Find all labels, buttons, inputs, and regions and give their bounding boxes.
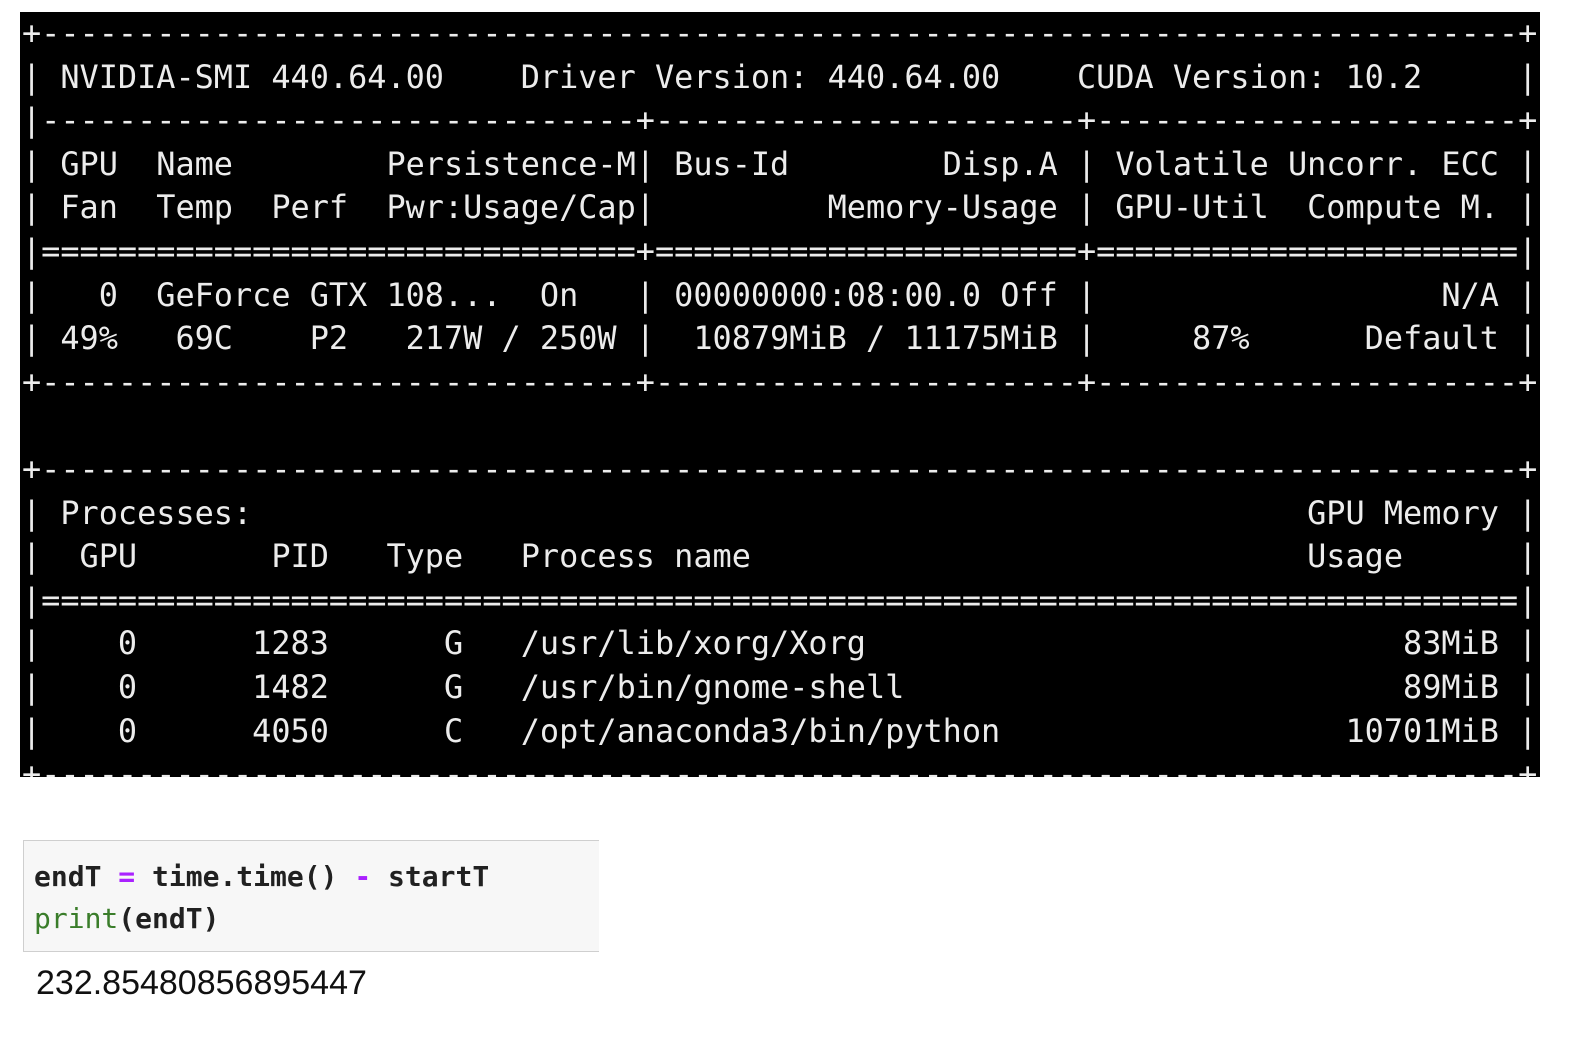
cell-output-text: 232.85480856895447: [36, 964, 367, 1002]
nvidia-smi-terminal-output: +---------------------------------------…: [20, 12, 1540, 777]
terminal-line: | 0 4050 C /opt/anaconda3/bin/python 107…: [22, 711, 1538, 750]
code-token: endT: [34, 860, 119, 893]
terminal-line: | Fan Temp Perf Pwr:Usage/Cap| Memory-Us…: [22, 188, 1538, 227]
terminal-line: |-------------------------------+-------…: [22, 101, 1538, 140]
terminal-line: +---------------------------------------…: [22, 449, 1538, 488]
terminal-line: | 0 1283 G /usr/lib/xorg/Xorg 83MiB |: [22, 624, 1538, 663]
code-line-1: endT = time.time() - startT: [34, 860, 489, 893]
code-token: time.time(): [135, 860, 355, 893]
assign-operator: =: [118, 860, 136, 893]
terminal-line: | NVIDIA-SMI 440.64.00 Driver Version: 4…: [22, 57, 1538, 96]
code-line-2: print(endT): [34, 902, 219, 935]
terminal-line: | GPU Name Persistence-M| Bus-Id Disp.A …: [22, 144, 1538, 183]
terminal-text: +---------------------------------------…: [22, 12, 1537, 777]
terminal-line: | 49% 69C P2 217W / 250W | 10879MiB / 11…: [22, 319, 1538, 358]
terminal-line: | 0 GeForce GTX 108... On | 00000000:08:…: [22, 275, 1538, 314]
terminal-line: |===============================+=======…: [22, 231, 1538, 270]
terminal-line: | GPU PID Type Process name Usage |: [22, 537, 1538, 576]
terminal-line: +---------------------------------------…: [22, 755, 1538, 777]
code-cell-input[interactable]: endT = time.time() - startT print(endT): [23, 840, 599, 952]
minus-operator: -: [354, 860, 372, 893]
terminal-line: +-------------------------------+-------…: [22, 362, 1538, 401]
code-token: (endT): [118, 902, 220, 935]
terminal-line: +---------------------------------------…: [22, 14, 1538, 52]
terminal-line: |=======================================…: [22, 580, 1538, 619]
code-token: startT: [371, 860, 490, 893]
terminal-line: | 0 1482 G /usr/bin/gnome-shell 89MiB |: [22, 667, 1538, 706]
terminal-line: | Processes: GPU Memory |: [22, 493, 1538, 532]
print-builtin: print: [34, 902, 119, 935]
